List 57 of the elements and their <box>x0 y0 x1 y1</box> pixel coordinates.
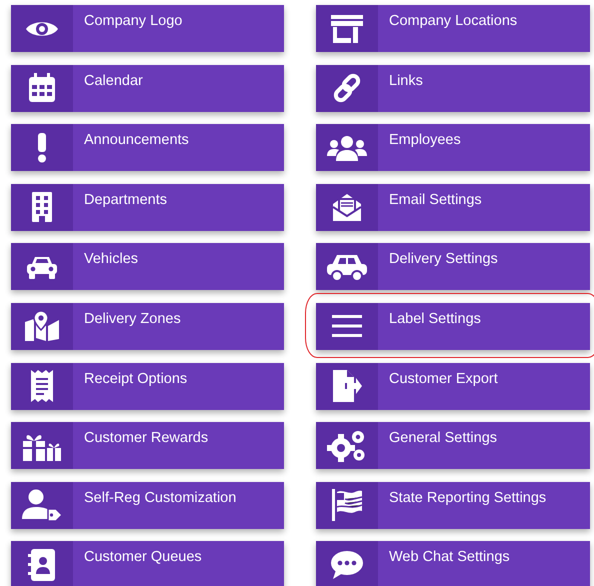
tile-label: Delivery Settings <box>388 250 498 270</box>
tile-label: Company Locations <box>388 12 518 31</box>
tile-label: Links <box>388 72 423 91</box>
car-icon <box>26 254 58 279</box>
calendar-icon <box>28 73 56 104</box>
file-export-icon <box>332 370 362 402</box>
settings-tile[interactable]: Delivery Settings <box>316 243 590 290</box>
tile-label: Receipt Options <box>83 370 188 389</box>
tile-label: Email Settings <box>388 190 482 210</box>
tile-label: Departments <box>83 190 168 210</box>
settings-tile[interactable]: Calendar <box>11 64 284 112</box>
settings-tile[interactable]: Customer Export <box>316 362 590 410</box>
settings-tile[interactable]: Customer Queues <box>11 541 284 586</box>
users-icon <box>327 134 367 161</box>
address-book-icon <box>28 548 56 581</box>
tile-label: Self-Reg Customization <box>83 488 236 508</box>
tile-label: Delivery Zones <box>83 310 181 329</box>
settings-tile[interactable]: Employees <box>316 124 590 172</box>
link-icon <box>332 73 362 104</box>
chat-icon <box>330 550 364 580</box>
tile-label: Customer Export <box>388 370 498 389</box>
tile-label: Customer Queues <box>83 548 202 568</box>
tile-label: Label Settings <box>388 310 481 329</box>
tile-label: Calendar <box>83 72 143 91</box>
tile-label: Web Chat Settings <box>388 548 510 568</box>
tile-label: Company Logo <box>83 12 182 31</box>
settings-tile[interactable]: Label Settings <box>316 302 590 350</box>
tile-label: Customer Rewards <box>83 429 208 448</box>
settings-tile[interactable]: Receipt Options <box>11 362 284 410</box>
flag-icon <box>331 489 363 522</box>
map-icon <box>24 310 60 342</box>
tile-label: Employees <box>388 131 461 150</box>
envelope-icon <box>331 191 363 224</box>
settings-tile[interactable]: Departments <box>11 184 284 231</box>
building-icon <box>31 192 53 222</box>
settings-tile[interactable]: Email Settings <box>316 184 590 231</box>
settings-tile[interactable]: Web Chat Settings <box>316 541 590 586</box>
settings-tile[interactable]: Self-Reg Customization <box>11 482 284 529</box>
tile-label: Announcements <box>83 131 189 150</box>
settings-tile[interactable]: Customer Rewards <box>11 422 284 470</box>
settings-tile[interactable]: Links <box>316 64 590 112</box>
store-icon <box>330 14 364 44</box>
user-tag-icon <box>22 489 62 522</box>
gears-icon <box>327 430 367 462</box>
settings-tile[interactable]: General Settings <box>316 422 590 470</box>
exclamation-icon <box>37 132 47 163</box>
settings-tile[interactable]: Announcements <box>11 124 284 172</box>
settings-tile[interactable]: Delivery Zones <box>11 302 284 350</box>
receipt-icon <box>30 370 54 402</box>
tile-label: State Reporting Settings <box>388 488 546 508</box>
settings-tile[interactable]: State Reporting Settings <box>316 482 590 529</box>
settings-tile[interactable]: Company Logo <box>11 5 284 52</box>
menu-icon <box>332 314 362 338</box>
settings-tile[interactable]: Company Locations <box>316 5 590 52</box>
tile-label: Vehicles <box>83 250 138 270</box>
tile-label: General Settings <box>388 429 498 448</box>
settings-tile[interactable]: Vehicles <box>11 243 284 290</box>
